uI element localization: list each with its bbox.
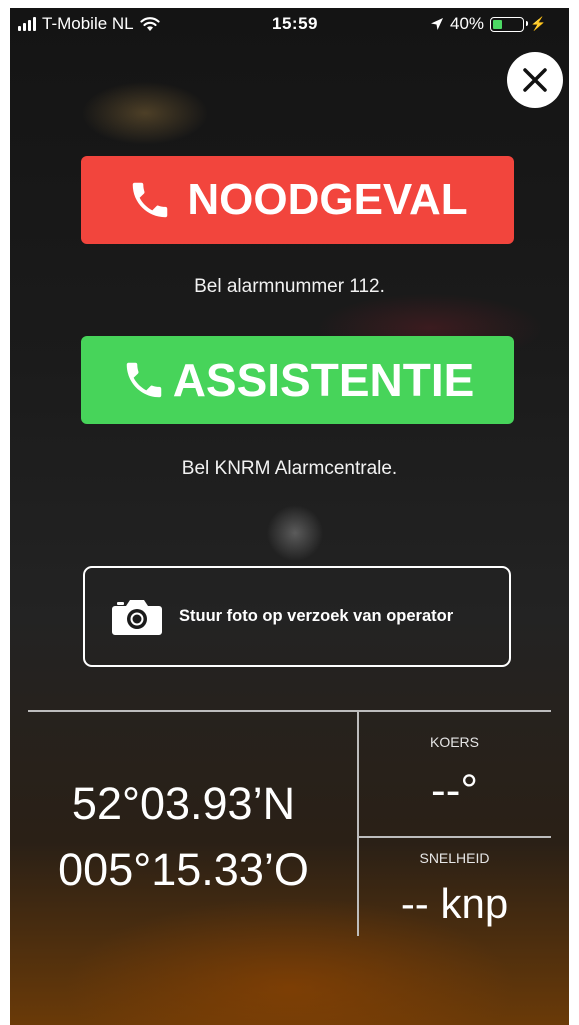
assistance-call-label: ASSISTENTIE xyxy=(172,354,475,406)
speed-value: -- knp xyxy=(400,880,509,927)
heading-label: KOERS xyxy=(429,734,479,750)
battery-percent: 40% xyxy=(450,14,485,33)
latitude-readout: 52°03.93’N xyxy=(71,778,296,829)
app-screen: T-Mobile NL 15:59 40% ⚡ NOODGEVAL Bel al… xyxy=(10,8,569,1025)
close-icon xyxy=(523,68,547,92)
phone-icon xyxy=(133,182,168,218)
assistance-call-button[interactable]: ASSISTENTIE xyxy=(81,336,514,424)
panel-divider-top xyxy=(28,710,551,712)
signal-bars-icon xyxy=(18,17,36,31)
location-arrow-icon xyxy=(431,18,443,30)
send-photo-label: Stuur foto op verzoek van operator xyxy=(179,607,454,625)
emergency-call-label: NOODGEVAL xyxy=(187,175,468,224)
assistance-caption: Bel KNRM Alarmcentrale. xyxy=(181,458,398,479)
carrier-name: T-Mobile NL xyxy=(42,14,134,33)
camera-icon xyxy=(112,599,162,635)
status-right: 40% ⚡ xyxy=(430,14,546,34)
battery-icon xyxy=(490,16,529,32)
emergency-caption: Bel alarmnummer 112. xyxy=(194,276,385,297)
battery-fill xyxy=(493,19,502,29)
emergency-call-button[interactable]: NOODGEVAL xyxy=(81,156,514,244)
speed-label: SNELHEID xyxy=(419,850,490,866)
phone-icon xyxy=(126,362,161,398)
charging-bolt-icon: ⚡ xyxy=(530,16,547,31)
status-time: 15:59 xyxy=(272,14,318,33)
status-bar: T-Mobile NL 15:59 40% ⚡ xyxy=(10,8,569,40)
wifi-icon xyxy=(140,17,160,31)
panel-divider-middle xyxy=(358,836,551,838)
longitude-readout: 005°15.33’O xyxy=(58,844,309,895)
status-left: T-Mobile NL xyxy=(18,14,160,34)
close-button[interactable] xyxy=(507,52,563,108)
send-photo-button[interactable]: Stuur foto op verzoek van operator xyxy=(83,566,511,667)
heading-value: --° xyxy=(431,766,478,815)
